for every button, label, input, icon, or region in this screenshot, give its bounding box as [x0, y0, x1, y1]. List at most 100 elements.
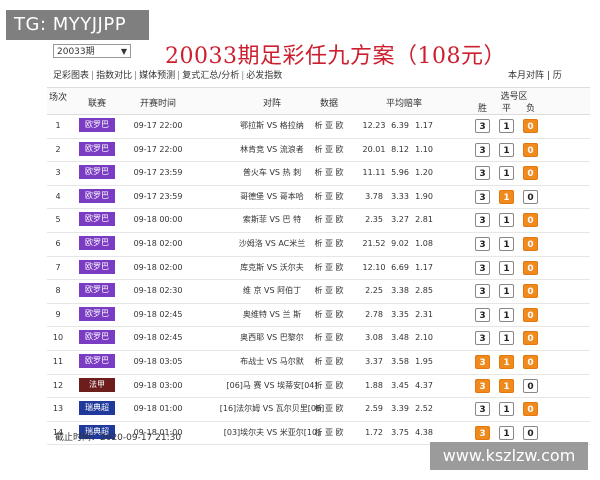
pick-draw-button[interactable]: 1 [499, 378, 514, 393]
pick-draw-button[interactable]: 1 [499, 354, 514, 369]
pick-lose-button[interactable]: 0 [523, 307, 538, 322]
pick-lose-button[interactable]: 0 [523, 213, 538, 228]
pick-win-button[interactable]: 3 [475, 378, 490, 393]
league-badge[interactable]: 欧罗巴 [79, 235, 115, 250]
row-data-links[interactable]: 析 亚 欧 [309, 139, 349, 162]
row-odds-lose: 1.08 [415, 238, 433, 248]
row-num: 4 [55, 191, 61, 201]
pick-lose-button[interactable]: 0 [523, 354, 538, 369]
league-badge[interactable]: 法甲 [79, 377, 115, 392]
pick-draw-button[interactable]: 1 [499, 189, 514, 204]
league-badge[interactable]: 欧罗巴 [79, 188, 115, 203]
pick-win-button[interactable]: 3 [475, 354, 490, 369]
pick-draw-button[interactable]: 1 [499, 166, 514, 181]
row-data-links[interactable]: 析 亚 欧 [309, 115, 349, 138]
row-num: 6 [55, 238, 61, 248]
table-row: 7 09-18 02:00 库克斯 VS 沃尔夫析 亚 欧 12.10 6.69 1.17… [47, 257, 590, 281]
pick-lose-button[interactable]: 0 [523, 236, 538, 251]
row-data-links[interactable]: 析 亚 欧 [309, 280, 349, 303]
pick-lose-button[interactable]: 0 [523, 378, 538, 393]
pick-win-button[interactable]: 3 [475, 119, 490, 133]
pick-draw-button[interactable]: 1 [499, 236, 514, 251]
pick-win-button[interactable]: 3 [475, 213, 490, 228]
header-time: 开赛时间 [139, 99, 176, 109]
pick-win-button[interactable]: 3 [475, 166, 490, 181]
pick-draw-button[interactable]: 1 [499, 213, 514, 228]
league-badge[interactable]: 欧罗巴 [79, 283, 115, 298]
pick-win-button[interactable]: 3 [475, 402, 490, 417]
pick-win-button[interactable]: 3 [475, 189, 490, 204]
pick-win-button[interactable]: 3 [475, 260, 490, 275]
pick-lose-button[interactable]: 0 [523, 402, 538, 417]
row-league-cell: 欧罗巴 [77, 304, 117, 327]
nav-item[interactable]: 媒体预测 [139, 71, 175, 81]
pick-lose-button[interactable]: 0 [523, 260, 538, 275]
row-data-links[interactable]: 析 亚 欧 [309, 209, 349, 232]
pick-draw-button[interactable]: 1 [499, 142, 514, 157]
row-num: 9 [55, 309, 61, 319]
match-table: 场次 联赛 开赛时间 对阵 数据 平均赔率 选号区 胜 平 负 1 09-17 2… [47, 87, 590, 446]
nav-right-links[interactable]: 本月对阵 | 历 [508, 68, 562, 81]
row-data-links[interactable]: 析 亚 欧 [309, 327, 349, 350]
nav-item[interactable]: 复式汇总/分析 [182, 71, 239, 81]
pick-draw-button[interactable]: 1 [499, 402, 514, 417]
row-time: 09-18 01:00 [133, 404, 183, 414]
row-num: 10 [52, 333, 64, 343]
league-badge[interactable]: 欧罗巴 [79, 259, 115, 274]
pick-lose-button[interactable]: 0 [523, 166, 538, 181]
row-odds-lose: 1.90 [415, 191, 433, 201]
row-data-links[interactable]: 析 亚 欧 [309, 422, 349, 445]
period-select[interactable]: 20033期 ▼ [53, 44, 131, 58]
row-data-links[interactable]: 析 亚 欧 [309, 257, 349, 280]
row-time: 09-17 22:00 [133, 121, 183, 130]
row-data-links[interactable]: 析 亚 欧 [309, 398, 349, 421]
nav-item[interactable]: 足彩图表 [53, 71, 89, 81]
pick-lose-button[interactable]: 0 [523, 189, 538, 204]
pick-draw-button[interactable]: 1 [499, 260, 514, 275]
table-row: 9 09-18 02:45 奥维特 VS 兰 斯析 亚 欧 2.78 3.35 2.31 欧… [47, 304, 590, 328]
pick-draw-button[interactable]: 1 [499, 425, 514, 440]
pick-lose-button[interactable]: 0 [523, 119, 538, 133]
row-data-links[interactable]: 析 亚 欧 [309, 186, 349, 209]
row-data-links[interactable]: 析 亚 欧 [309, 375, 349, 398]
league-badge[interactable]: 欧罗巴 [79, 353, 115, 368]
row-data-links[interactable]: 析 亚 欧 [309, 351, 349, 374]
pick-draw-button[interactable]: 1 [499, 307, 514, 322]
pick-lose-button[interactable]: 0 [523, 284, 538, 299]
league-badge[interactable]: 欧罗巴 [79, 306, 115, 321]
pick-lose-button[interactable]: 0 [523, 142, 538, 157]
league-badge[interactable]: 欧罗巴 [79, 118, 115, 132]
row-odds-lose: 1.95 [415, 356, 433, 366]
row-num: 1 [55, 121, 61, 130]
row-odds-lose: 1.17 [415, 121, 433, 130]
pick-win-button[interactable]: 3 [475, 307, 490, 322]
pick-win-button[interactable]: 3 [475, 142, 490, 157]
row-data-links[interactable]: 析 亚 欧 [309, 162, 349, 185]
league-badge[interactable]: 欧罗巴 [79, 330, 115, 345]
pick-draw-button[interactable]: 1 [499, 284, 514, 299]
pick-lose-button[interactable]: 0 [523, 425, 538, 440]
table-row: 4 09-17 23:59 哥德堡 VS 哥本哈析 亚 欧 3.78 3.33 1.90 欧… [47, 186, 590, 210]
league-badge[interactable]: 欧罗巴 [79, 165, 115, 180]
row-time: 09-17 23:59 [133, 191, 183, 201]
tg-overlay-label: TG: MYYJJPP [6, 10, 149, 40]
league-badge[interactable]: 瑞典超 [79, 401, 115, 416]
row-data-links[interactable]: 析 亚 欧 [309, 304, 349, 327]
pick-lose-button[interactable]: 0 [523, 331, 538, 346]
pick-draw-button[interactable]: 1 [499, 119, 514, 133]
nav-item[interactable]: 必发指数 [246, 71, 282, 81]
nav-separator: | [91, 71, 95, 81]
pick-win-button[interactable]: 3 [475, 425, 490, 440]
row-data-links[interactable]: 析 亚 欧 [309, 233, 349, 256]
league-badge[interactable]: 欧罗巴 [79, 141, 115, 156]
pick-win-button[interactable]: 3 [475, 331, 490, 346]
pick-win-button[interactable]: 3 [475, 284, 490, 299]
league-badge[interactable]: 欧罗巴 [79, 212, 115, 227]
nav-item[interactable]: 指数对比 [96, 71, 132, 81]
table-row: 12 09-18 03:00 [06]马 赛 VS 埃蒂安[04] 析 亚 欧 1.88… [47, 375, 590, 399]
row-time: 09-17 22:00 [133, 144, 183, 154]
row-num: 8 [55, 286, 61, 296]
pick-draw-button[interactable]: 1 [499, 331, 514, 346]
pick-win-button[interactable]: 3 [475, 236, 490, 251]
period-select-value: 20033期 [57, 47, 95, 57]
